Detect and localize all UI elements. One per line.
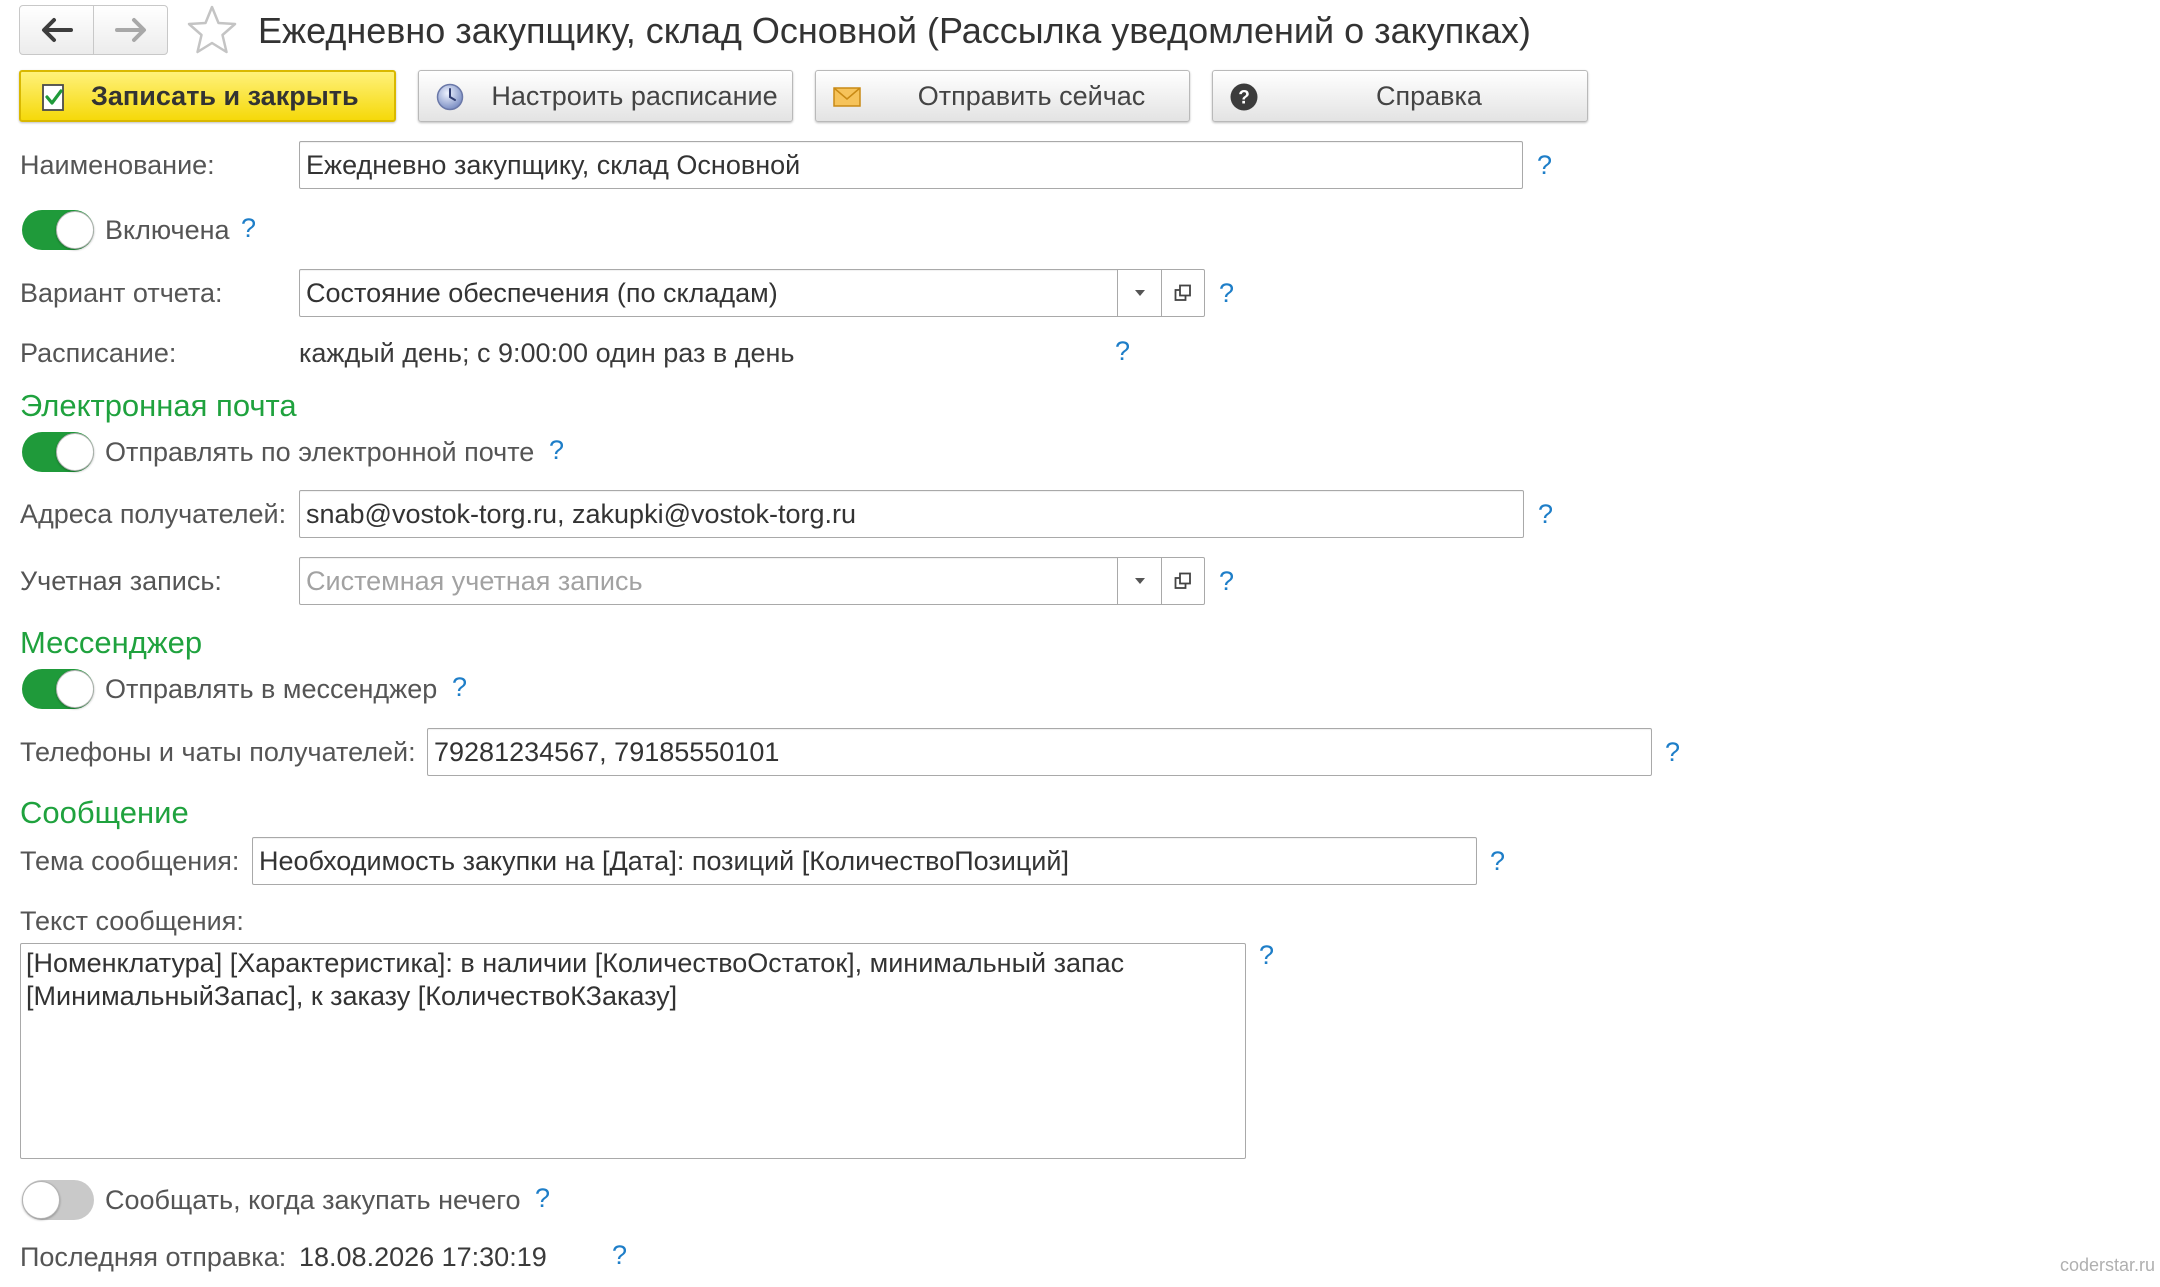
clock-globe-icon [436,83,464,111]
send-email-toggle[interactable] [22,432,94,472]
body-label: Текст сообщения: [20,906,244,936]
send-messenger-toggle[interactable] [22,669,94,709]
save-and-close-button[interactable]: Записать и закрыть [19,70,396,122]
email-section-title: Электронная почта [20,388,297,423]
report-variant-dropdown-button[interactable] [1117,270,1161,316]
report-variant-label: Вариант отчета: [20,278,223,308]
recipients-label: Адреса получателей: [20,499,287,529]
report-variant-open-button[interactable] [1161,270,1204,316]
configure-schedule-label: Настроить расписание [491,80,778,111]
chevron-down-icon [1134,578,1145,584]
recipients-help-link[interactable]: ? [1538,497,1553,531]
account-select[interactable]: Системная учетная запись [299,557,1205,605]
enabled-label: Включена [105,215,230,245]
last-sent-value: 18.08.2026 17:30:19 [299,1242,547,1272]
messenger-section-title: Мессенджер [20,625,203,660]
toggle-knob [22,1181,60,1219]
notify-nothing-label: Сообщать, когда закупать нечего [105,1185,521,1215]
window-title: Ежедневно закупщику, склад Основной (Рас… [258,10,1531,51]
help-button[interactable]: ? Справка [1212,70,1588,122]
send-now-button[interactable]: Отправить сейчас [815,70,1190,122]
body-help-link[interactable]: ? [1259,938,1274,972]
history-nav [19,5,168,55]
arrow-left-icon [41,18,73,42]
enabled-help-link[interactable]: ? [241,211,256,245]
subject-label: Тема сообщения: [20,846,240,876]
arrow-right-icon [114,18,146,42]
send-email-help-link[interactable]: ? [549,433,564,467]
enabled-toggle[interactable] [22,210,94,250]
toggle-knob [56,670,94,708]
back-button[interactable] [20,6,93,54]
last-sent-help-link[interactable]: ? [612,1238,627,1272]
toggle-knob [56,433,94,471]
last-sent-label: Последняя отправка: [20,1242,287,1272]
open-window-icon [1174,284,1191,301]
question-circle-icon: ? [1230,83,1258,111]
send-now-label: Отправить сейчас [917,80,1146,111]
report-variant-select[interactable]: Состояние обеспечения (по складам) [299,269,1205,317]
forward-button[interactable] [93,6,167,54]
name-label: Наименование: [20,150,215,180]
phones-field[interactable]: 79281234567, 79185550101 [427,728,1652,776]
subject-field[interactable]: Необходимость закупки на [Дата]: позиций… [252,837,1477,885]
body-textarea[interactable]: [Номенклатура] [Характеристика]: в налич… [20,943,1246,1159]
name-help-link[interactable]: ? [1537,148,1552,182]
svg-text:?: ? [1238,88,1250,109]
report-variant-help-link[interactable]: ? [1219,276,1234,310]
subject-help-link[interactable]: ? [1490,844,1505,878]
send-messenger-help-link[interactable]: ? [452,670,467,704]
notify-nothing-toggle[interactable] [22,1180,94,1220]
toggle-knob [56,211,94,249]
watermark-text: coderstar.ru [2060,1255,2156,1275]
account-open-button[interactable] [1161,558,1204,604]
help-label: Справка [1376,80,1482,111]
report-variant-value: Состояние обеспечения (по складам) [306,278,778,308]
configure-schedule-button[interactable]: Настроить расписание [418,70,793,122]
message-section-title: Сообщение [20,795,189,830]
notify-nothing-help-link[interactable]: ? [535,1181,550,1215]
chevron-down-icon [1134,290,1145,296]
account-dropdown-button[interactable] [1117,558,1161,604]
save-and-close-label: Записать и закрыть [91,80,359,111]
schedule-label: Расписание: [20,338,177,368]
name-field[interactable]: Ежедневно закупщику, склад Основной [299,141,1523,189]
save-document-icon [42,84,64,111]
send-email-label: Отправлять по электронной почте [105,437,535,467]
phones-help-link[interactable]: ? [1665,735,1680,769]
open-window-icon [1174,572,1191,589]
favorite-star-icon[interactable] [185,3,239,57]
schedule-value-link[interactable]: каждый день; с 9:00:00 один раз в день [299,336,794,370]
account-label: Учетная запись: [20,566,222,596]
recipients-field[interactable]: snab@vostok-torg.ru, zakupki@vostok-torg… [299,490,1524,538]
send-messenger-label: Отправлять в мессенджер [105,674,438,704]
schedule-help-link[interactable]: ? [1115,334,1130,368]
account-placeholder: Системная учетная запись [306,566,643,596]
envelope-icon [833,87,861,107]
account-help-link[interactable]: ? [1219,564,1234,598]
phones-label: Телефоны и чаты получателей: [20,737,416,767]
